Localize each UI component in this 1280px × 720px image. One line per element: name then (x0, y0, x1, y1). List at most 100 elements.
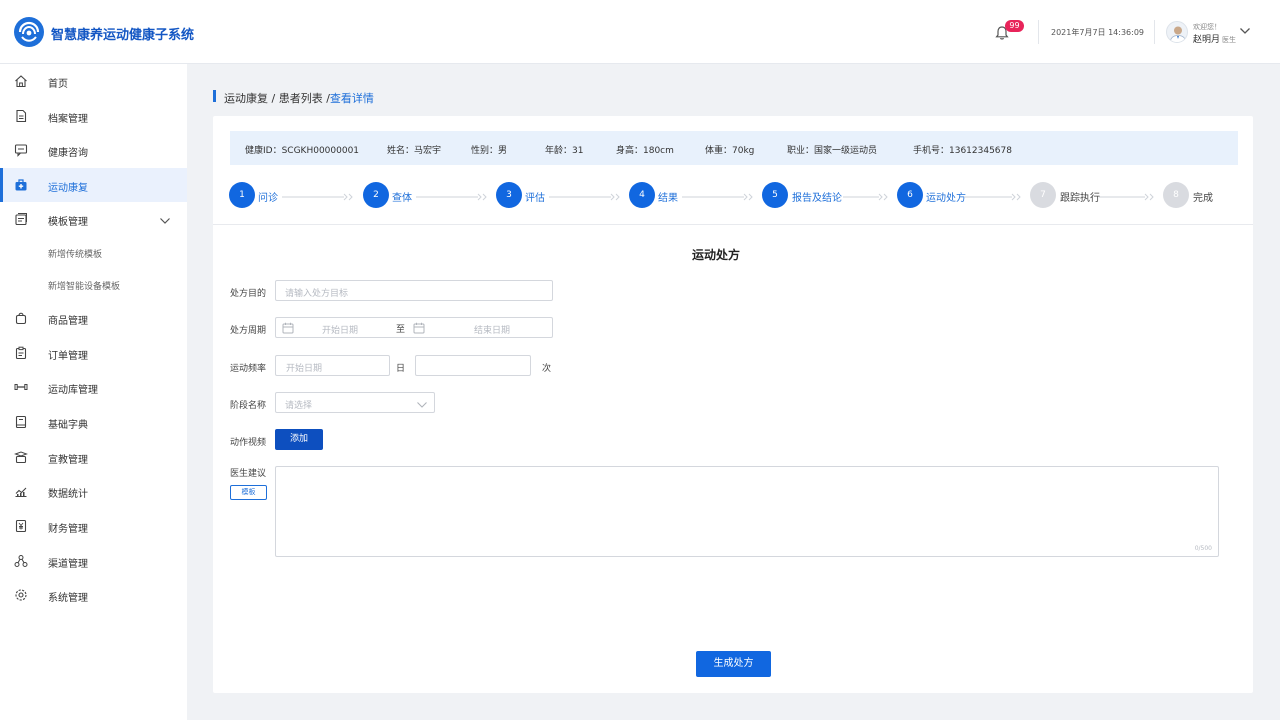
sidebar-item-label: 基础字典 (48, 420, 88, 431)
start-date-placeholder: 开始日期 (322, 326, 359, 336)
chat-icon (14, 143, 28, 157)
patient-phone: 手机号：13612345678 (913, 146, 1012, 156)
user-name-text: 赵明月 (1193, 35, 1221, 45)
app-logo-icon (14, 17, 44, 47)
step-arrow-icon (416, 191, 489, 201)
breadcrumb-item[interactable]: 患者列表 (279, 92, 323, 105)
sidebar-item-orders[interactable]: 订单管理 (0, 336, 187, 370)
step-1-label[interactable]: 问诊 (258, 189, 278, 204)
step-2-circle[interactable]: 2 (363, 182, 389, 208)
sidebar-item-label: 新增智能设备模板 (48, 282, 121, 292)
channel-icon (14, 554, 28, 568)
step-8-circle[interactable]: 8 (1163, 182, 1189, 208)
stage-label: 阶段名称 (230, 401, 267, 411)
finance-icon (14, 519, 28, 533)
sidebar-item-label: 运动康复 (48, 183, 88, 194)
sidebar-item-dictionary[interactable]: 基础字典 (0, 405, 187, 439)
sidebar-item-archive[interactable]: 档案管理 (0, 99, 187, 133)
sidebar-item-label: 宣教管理 (48, 455, 88, 466)
sidebar-item-rehab[interactable]: 运动康复 (0, 168, 187, 202)
medkit-icon (14, 178, 28, 192)
patient-age: 年龄：31 (545, 146, 584, 156)
frequency-times-input[interactable] (415, 355, 531, 376)
frequency-times-unit: 次 (542, 364, 552, 374)
step-5-circle[interactable]: 5 (762, 182, 788, 208)
step-4-label[interactable]: 结果 (658, 189, 678, 204)
sidebar-item-label: 商品管理 (48, 316, 88, 327)
datetime-text: 2021年7月7日 14:36:09 (1051, 28, 1145, 37)
sidebar-item-consult[interactable]: 健康咨询 (0, 133, 187, 167)
step-6-label[interactable]: 运动处方 (926, 189, 966, 204)
book-icon (14, 415, 28, 429)
generate-prescription-button[interactable]: 生成处方 (696, 651, 771, 677)
sidebar-item-education[interactable]: 宣教管理 (0, 440, 187, 474)
sidebar-item-label: 档案管理 (48, 114, 88, 125)
sidebar-item-templates[interactable]: 模板管理 (0, 202, 187, 236)
period-range-input[interactable]: 开始日期 至 结束日期 (275, 317, 553, 338)
sidebar-item-label: 订单管理 (48, 351, 88, 362)
user-role: 医生 (1222, 36, 1237, 44)
education-icon (14, 450, 28, 464)
patient-height: 身高：180cm (616, 146, 674, 156)
step-1-circle[interactable]: 1 (229, 182, 255, 208)
chevron-down-icon[interactable] (159, 215, 171, 224)
sidebar-item-label: 系统管理 (48, 593, 88, 604)
step-arrow-icon (682, 191, 755, 201)
template-button[interactable]: 模板 (230, 485, 267, 500)
welcome-text: 欢迎您！ (1193, 23, 1221, 31)
step-arrow-icon (964, 191, 1023, 201)
home-icon (14, 74, 28, 88)
add-video-button[interactable]: 添加 (275, 429, 323, 450)
breadcrumb-item[interactable]: 运动康复 (224, 92, 268, 105)
stage-select[interactable]: 请选择 (275, 392, 435, 413)
step-5-label[interactable]: 报告及结论 (792, 189, 842, 204)
clipboard-icon (14, 346, 28, 360)
sidebar-item-home[interactable]: 首页 (0, 64, 187, 98)
period-label: 处方周期 (230, 326, 267, 336)
step-3-circle[interactable]: 3 (496, 182, 522, 208)
stage-placeholder: 请选择 (285, 401, 313, 411)
end-date-placeholder: 结束日期 (474, 326, 511, 336)
patient-gender: 性别：男 (471, 146, 508, 156)
frequency-days-input[interactable]: 开始日期 (275, 355, 390, 376)
dumbbell-icon (14, 380, 28, 394)
sidebar-item-system[interactable]: 系统管理 (0, 578, 187, 612)
header-divider (1038, 20, 1039, 44)
frequency-placeholder: 开始日期 (286, 364, 323, 374)
avatar[interactable] (1166, 21, 1188, 43)
patient-weight: 体重：70kg (705, 146, 755, 156)
sidebar-item-label: 运动库管理 (48, 385, 98, 396)
user-name[interactable]: 赵明月 医生 (1193, 32, 1236, 45)
breadcrumb-current: 查看详情 (329, 92, 374, 105)
video-label: 动作视频 (230, 438, 267, 448)
step-8-label[interactable]: 完成 (1193, 189, 1213, 204)
step-3-label[interactable]: 评估 (525, 189, 545, 204)
sidebar-item-label: 数据统计 (48, 489, 88, 500)
sidebar-subitem-smart-template[interactable]: 新增智能设备模板 (0, 268, 187, 302)
breadcrumb-marker (213, 90, 216, 102)
sidebar-item-label: 首页 (48, 79, 68, 90)
breadcrumb: 运动康复 / 患者列表 /查看详情 (224, 90, 374, 106)
chevron-down-icon[interactable] (1239, 26, 1251, 36)
goal-input[interactable]: 请输入处方目标 (275, 280, 553, 301)
frequency-label: 运动频率 (230, 364, 267, 374)
chevron-down-icon (416, 399, 428, 408)
char-counter: 0/500 (1194, 545, 1212, 552)
step-4-circle[interactable]: 4 (629, 182, 655, 208)
divider (213, 224, 1253, 225)
step-6-circle[interactable]: 6 (897, 182, 923, 208)
sidebar-item-products[interactable]: 商品管理 (0, 301, 187, 335)
step-2-label[interactable]: 查体 (392, 189, 412, 204)
range-separator: 至 (396, 325, 406, 335)
step-arrow-icon (1099, 191, 1156, 201)
sidebar-item-statistics[interactable]: 数据统计 (0, 474, 187, 508)
advice-textarea[interactable]: 0/500 (275, 466, 1219, 557)
settings-icon (14, 588, 28, 602)
sidebar-item-exercise-library[interactable]: 运动库管理 (0, 370, 187, 404)
step-7-circle[interactable]: 7 (1030, 182, 1056, 208)
bag-icon (14, 311, 28, 325)
sidebar-item-finance[interactable]: 财务管理 (0, 509, 187, 543)
patient-job: 职业：国家一级运动员 (787, 146, 878, 156)
step-7-label[interactable]: 跟踪执行 (1060, 189, 1100, 204)
sidebar-item-channels[interactable]: 渠道管理 (0, 544, 187, 578)
